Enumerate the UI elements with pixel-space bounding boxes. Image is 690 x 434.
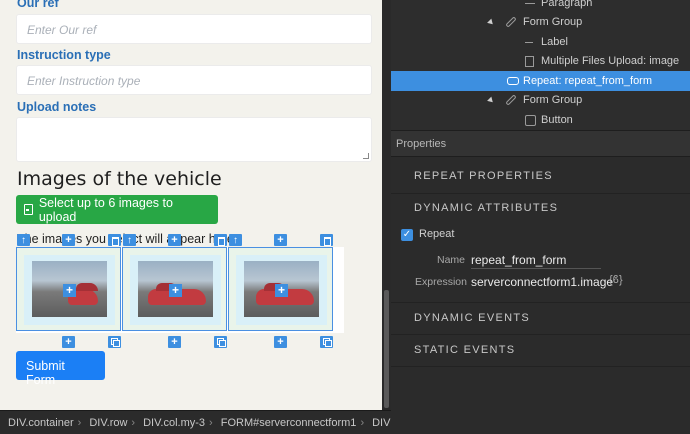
instruction-type-input[interactable]: Enter Instruction type <box>16 65 372 95</box>
add-below-icon[interactable] <box>168 336 181 348</box>
expression-key: Expression <box>415 276 467 288</box>
dynamic-attributes-section[interactable]: DYNAMIC ATTRIBUTES <box>414 202 558 214</box>
tree-item-label: Label <box>541 36 568 48</box>
tree-item-file-upload[interactable]: Multiple Files Upload: image <box>391 51 690 71</box>
dynamic-events-section[interactable]: DYNAMIC EVENTS <box>414 312 530 324</box>
file-image-icon <box>24 204 33 215</box>
breadcrumb-item[interactable]: FORM#serverconnectform1 <box>221 417 357 429</box>
chevron-right-icon: › <box>131 416 136 429</box>
checkbox-icon <box>525 115 536 126</box>
add-below-icon[interactable] <box>62 336 75 348</box>
breadcrumb-item[interactable]: DIV.container <box>8 417 74 429</box>
tree-item-label[interactable]: Label <box>391 32 690 52</box>
dynamic-data-picker-icon[interactable]: {ϐ} <box>609 274 623 286</box>
delete-icon[interactable] <box>108 234 121 246</box>
select-images-label: Select up to 6 images to upload <box>38 195 173 224</box>
structure-tree: Paragraph Form Group Label Multiple File… <box>391 0 690 130</box>
breadcrumb: DIV.container › DIV.row › DIV.col.my-3 › FO… <box>0 410 391 434</box>
upload-notes-textarea[interactable] <box>16 117 372 162</box>
select-images-button[interactable]: Select up to 6 images to upload <box>16 195 218 224</box>
chevron-right-icon: › <box>360 416 365 429</box>
tree-item-form-group[interactable]: Form Group <box>391 12 690 32</box>
insert-plus-icon[interactable]: + <box>63 284 76 297</box>
repeat-checkbox[interactable]: ✓ <box>401 229 413 241</box>
expand-triangle-icon[interactable] <box>487 96 495 105</box>
upload-notes-label: Upload notes <box>17 100 97 114</box>
name-key: Name <box>436 254 465 266</box>
insert-plus-icon[interactable]: + <box>275 284 288 297</box>
line-icon <box>525 42 533 43</box>
breadcrumb-item[interactable]: DIV.row <box>89 417 127 429</box>
move-up-icon[interactable] <box>229 234 242 246</box>
design-canvas[interactable]: Our ref Enter Our ref Instruction type E… <box>0 0 382 410</box>
properties-sidebar: Paragraph Form Group Label Multiple File… <box>391 0 690 434</box>
tree-item-button[interactable]: Button <box>391 110 690 130</box>
chevron-right-icon: › <box>77 416 82 429</box>
duplicate-icon[interactable] <box>108 336 121 348</box>
image-card[interactable]: + <box>16 247 121 331</box>
repeat-icon <box>507 77 519 85</box>
divider <box>471 268 601 269</box>
our-ref-input[interactable]: Enter Our ref <box>16 14 372 44</box>
instruction-type-label: Instruction type <box>17 48 111 62</box>
add-above-icon[interactable] <box>168 234 181 246</box>
delete-icon[interactable] <box>320 234 333 246</box>
section-title: Images of the vehicle <box>17 168 222 190</box>
breadcrumb-item[interactable]: DIV.col.my-3 <box>143 417 205 429</box>
image-card[interactable]: + <box>122 247 227 331</box>
move-up-icon[interactable] <box>17 234 30 246</box>
delete-icon[interactable] <box>214 234 227 246</box>
submit-form-button[interactable]: Submit Form <box>16 351 105 387</box>
pencil-icon <box>505 16 517 28</box>
tree-item-label: Form Group <box>523 94 583 106</box>
duplicate-icon[interactable] <box>214 336 227 348</box>
expand-triangle-icon[interactable] <box>487 18 495 27</box>
add-above-icon[interactable] <box>62 234 75 246</box>
insert-plus-icon[interactable]: + <box>169 284 182 297</box>
page-preview: Our ref Enter Our ref Instruction type E… <box>0 0 382 410</box>
divider <box>391 334 690 335</box>
breadcrumb-item[interactable]: DIV <box>372 417 390 429</box>
divider <box>391 366 690 367</box>
scrollbar-thumb[interactable] <box>384 290 389 408</box>
paragraph-icon <box>525 0 535 4</box>
add-below-icon[interactable] <box>274 336 287 348</box>
tree-item-label: Button <box>541 114 573 126</box>
tree-item-repeat[interactable]: Repeat: repeat_from_form <box>391 71 690 91</box>
static-events-section[interactable]: STATIC EVENTS <box>414 344 515 356</box>
resize-handle-icon[interactable] <box>363 153 369 159</box>
name-value-input[interactable]: repeat_from_form <box>471 253 566 267</box>
repeat-label: Repeat <box>419 228 455 240</box>
document-icon <box>525 56 534 67</box>
properties-header: Properties <box>391 130 690 157</box>
expression-value-input[interactable]: serverconnectform1.image <box>471 275 613 289</box>
repeat-properties-section[interactable]: REPEAT PROPERTIES <box>414 170 553 182</box>
pencil-icon <box>505 94 517 106</box>
our-ref-label: Our ref <box>17 0 59 10</box>
divider <box>391 193 690 194</box>
add-above-icon[interactable] <box>274 234 287 246</box>
tree-item-label: Repeat: repeat_from_form <box>523 75 653 87</box>
tree-item-form-group[interactable]: Form Group <box>391 90 690 110</box>
tree-item-label: Form Group <box>523 16 583 28</box>
move-up-icon[interactable] <box>123 234 136 246</box>
tree-item-label: Multiple Files Upload: image <box>541 55 680 67</box>
canvas-scrollbar[interactable] <box>382 0 391 410</box>
chevron-right-icon: › <box>209 416 213 429</box>
image-card[interactable]: + <box>228 247 333 331</box>
duplicate-icon[interactable] <box>320 336 333 348</box>
divider <box>391 302 690 303</box>
